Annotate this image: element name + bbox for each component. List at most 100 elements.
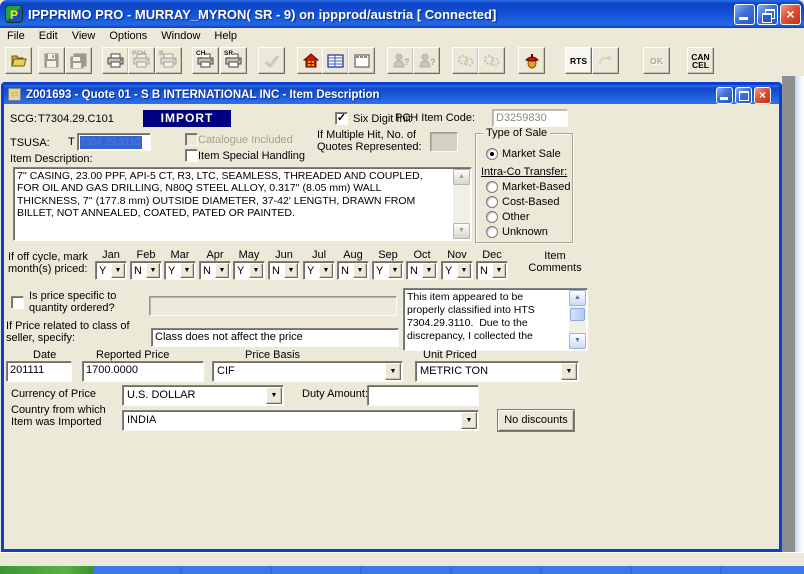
chevron-down-icon[interactable]: ▼ xyxy=(385,363,401,380)
minimize-button[interactable] xyxy=(734,4,755,25)
menu-item-options[interactable]: Options xyxy=(102,30,154,42)
currency-dropdown[interactable]: U.S. DOLLAR ▼ xyxy=(122,385,284,406)
restore-button[interactable] xyxy=(757,4,778,25)
chevron-down-icon[interactable]: ▼ xyxy=(146,263,160,278)
toolbar-print-ch-button[interactable]: CH xyxy=(192,47,219,74)
scroll-down-icon[interactable]: ▼ xyxy=(569,333,586,349)
pch-item-code-field: D3259830 xyxy=(493,110,567,124)
catalogue-included-label: Catalogue Included xyxy=(198,134,293,146)
market-based-radio[interactable] xyxy=(486,181,498,193)
toolbar-cancel-button[interactable]: CAN CEL xyxy=(687,47,714,74)
rts-label: RTS xyxy=(570,57,587,65)
country-dropdown[interactable]: INDIA ▼ xyxy=(122,410,479,431)
toolbar-acorn-button[interactable] xyxy=(518,47,545,74)
item-special-handling-checkbox[interactable] xyxy=(185,149,198,162)
toolbar-print-button[interactable] xyxy=(102,47,129,74)
price-specific-checkbox[interactable] xyxy=(11,296,24,309)
price-basis-label: Price Basis xyxy=(245,349,300,361)
toolbar-grid-button[interactable] xyxy=(322,47,349,74)
print-b-overlay-label: B xyxy=(159,51,164,57)
menu-item-help[interactable]: Help xyxy=(207,30,244,42)
chevron-down-icon[interactable]: ▼ xyxy=(461,412,477,429)
month-priced-dropdown-apr[interactable]: N▼ xyxy=(199,261,231,280)
month-priced-dropdown-jul[interactable]: Y▼ xyxy=(303,261,335,280)
tsusa-field[interactable]: 7304.29.3110 xyxy=(77,133,151,151)
toolbar-open-button[interactable] xyxy=(5,47,32,74)
reported-price-field[interactable]: 1700.0000 xyxy=(82,361,204,382)
month-priced-dropdown-jan[interactable]: Y▼ xyxy=(95,261,127,280)
month-label-mar: Mar xyxy=(163,249,197,261)
menu-item-view[interactable]: View xyxy=(65,30,103,42)
chevron-down-icon[interactable]: ▼ xyxy=(492,263,506,278)
scroll-up-icon[interactable]: ▲ xyxy=(569,290,586,306)
month-label-feb: Feb xyxy=(129,249,163,261)
unit-priced-label: Unit Priced xyxy=(423,349,477,361)
scroll-up-icon[interactable]: ▲ xyxy=(453,169,470,185)
menu-item-file[interactable]: File xyxy=(0,30,32,42)
chevron-down-icon[interactable]: ▼ xyxy=(319,263,333,278)
item-description-scrollbar[interactable]: ▲ ▼ xyxy=(453,169,470,239)
dialog-close-button[interactable]: × xyxy=(754,87,771,104)
date-label: Date xyxy=(33,349,56,361)
app-title: IPPPRIMO PRO - MURRAY_MYRON( SR - 9) on … xyxy=(28,7,496,22)
print-pch-overlay-label: PCH xyxy=(132,51,146,57)
scroll-down-icon[interactable]: ▼ xyxy=(453,223,470,239)
chevron-down-icon[interactable]: ▼ xyxy=(284,263,298,278)
month-priced-dropdown-sep[interactable]: Y▼ xyxy=(372,261,404,280)
toolbar-home-button[interactable] xyxy=(297,47,324,74)
other-radio[interactable] xyxy=(486,211,498,223)
dialog-content: SCG: T7304.29.C101 IMPORT ✓ Six Digit In… xyxy=(4,104,779,549)
chevron-down-icon[interactable]: ▼ xyxy=(249,263,263,278)
chevron-down-icon[interactable]: ▼ xyxy=(266,387,282,404)
item-comments-textarea[interactable]: This item appeared to be properly classi… xyxy=(403,288,588,351)
date-field[interactable]: 201111 xyxy=(6,361,72,382)
toolbar-print-sr-button[interactable]: SR xyxy=(220,47,247,74)
market-sale-label: Market Sale xyxy=(502,148,561,160)
month-priced-dropdown-oct[interactable]: N▼ xyxy=(406,261,438,280)
chevron-down-icon[interactable]: ▼ xyxy=(180,263,194,278)
month-value: Y xyxy=(445,265,452,277)
folder-open-icon xyxy=(10,53,28,69)
mdi-vertical-scrollbar[interactable] xyxy=(795,76,804,555)
month-priced-dropdown-dec[interactable]: N▼ xyxy=(476,261,508,280)
taskbar[interactable] xyxy=(0,566,804,574)
item-comments-scrollbar[interactable]: ▲ ▼ xyxy=(569,290,586,349)
chevron-down-icon[interactable]: ▼ xyxy=(215,263,229,278)
price-basis-dropdown[interactable]: CIF ▼ xyxy=(212,361,403,382)
chevron-down-icon[interactable]: ▼ xyxy=(561,363,577,380)
unknown-radio[interactable] xyxy=(486,226,498,238)
dialog-title: Z001693 - Quote 01 - S B INTERNATIONAL I… xyxy=(26,89,380,101)
menu-item-edit[interactable]: Edit xyxy=(32,30,65,42)
toolbar-gears-2-button xyxy=(478,47,505,74)
chevron-down-icon[interactable]: ▼ xyxy=(353,263,367,278)
chevron-down-icon[interactable]: ▼ xyxy=(388,263,402,278)
dialog-minimize-button[interactable] xyxy=(716,87,733,104)
month-priced-dropdown-nov[interactable]: Y▼ xyxy=(441,261,473,280)
start-button[interactable] xyxy=(0,566,93,574)
month-priced-dropdown-jun[interactable]: N▼ xyxy=(268,261,300,280)
class-of-seller-field[interactable]: Class does not affect the price xyxy=(151,328,399,347)
month-priced-dropdown-may[interactable]: Y▼ xyxy=(233,261,265,280)
market-sale-radio[interactable] xyxy=(486,148,498,160)
status-bar xyxy=(0,552,804,566)
chevron-down-icon[interactable]: ▼ xyxy=(111,263,125,278)
multiple-hit-label: If Multiple Hit, No. of Quotes Represent… xyxy=(317,129,422,153)
toolbar-rts-button[interactable]: RTS xyxy=(565,47,592,74)
toolbar-window-button[interactable] xyxy=(348,47,375,74)
month-priced-dropdown-aug[interactable]: N▼ xyxy=(337,261,369,280)
close-button[interactable]: × xyxy=(780,4,801,25)
chevron-down-icon[interactable]: ▼ xyxy=(422,263,436,278)
duty-amount-field[interactable] xyxy=(367,385,479,406)
dialog-maximize-button[interactable] xyxy=(735,87,752,104)
screen: P IPPPRIMO PRO - MURRAY_MYRON( SR - 9) o… xyxy=(0,0,804,574)
six-digit-init-checkbox[interactable]: ✓ xyxy=(335,112,348,125)
menu-item-window[interactable]: Window xyxy=(154,30,207,42)
month-priced-dropdown-mar[interactable]: Y▼ xyxy=(164,261,196,280)
month-priced-dropdown-feb[interactable]: N▼ xyxy=(130,261,162,280)
no-discounts-button[interactable]: No discounts xyxy=(498,410,574,431)
chevron-down-icon[interactable]: ▼ xyxy=(457,263,471,278)
unit-priced-dropdown[interactable]: METRIC TON ▼ xyxy=(415,361,579,382)
cost-based-radio[interactable] xyxy=(486,196,498,208)
scrollbar-thumb[interactable] xyxy=(570,308,585,321)
item-description-textarea[interactable]: 7'' CASING, 23.00 PPF, API-5 CT, R3, LTC… xyxy=(13,167,472,241)
